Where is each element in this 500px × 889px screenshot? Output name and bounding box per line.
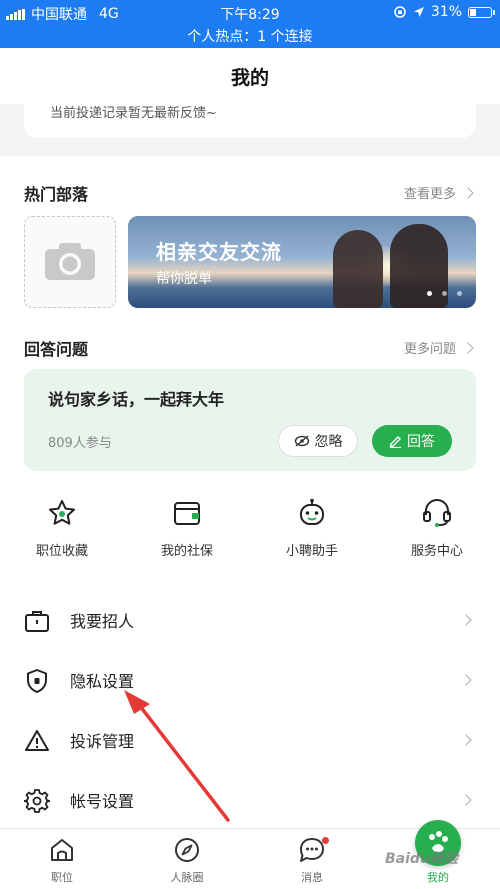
hotspot-banner[interactable]: 个人热点：1 个连接 — [0, 26, 500, 46]
questions-more-link[interactable]: 更多问题 — [403, 338, 474, 357]
chevron-right-icon — [460, 674, 472, 686]
carousel-dots — [427, 291, 462, 296]
menu-item-privacy[interactable]: 隐私设置 — [0, 654, 500, 710]
ignore-label: 忽略 — [314, 434, 343, 450]
tab-jobs[interactable]: 职位 — [12, 837, 112, 885]
status-bar: 中国联通 4G 下午8:29 31% 个人热点：1 个连接 — [0, 0, 500, 48]
compass-icon — [175, 838, 199, 862]
tab-messages[interactable]: 消息 — [262, 837, 362, 885]
questions-section-title: 回答问题 — [24, 340, 89, 359]
tribes-more-label: 查看更多 — [403, 187, 456, 202]
menu-label: 投诉管理 — [70, 732, 135, 751]
tribe-upload-box[interactable] — [24, 216, 116, 308]
home-icon — [51, 839, 73, 861]
shortcut-label: 职位收藏 — [35, 544, 88, 559]
warning-icon — [25, 730, 49, 751]
camera-icon — [45, 243, 95, 280]
location-icon — [413, 7, 424, 17]
application-feedback-card[interactable]: 当前投递记录暂无最新反馈~ — [24, 100, 476, 138]
chevron-right-icon — [460, 614, 472, 626]
menu-item-recruit[interactable]: 我要招人 — [0, 594, 500, 650]
wallet-icon — [174, 502, 200, 525]
shield-icon — [27, 669, 47, 693]
robot-icon — [300, 498, 324, 525]
menu-label: 我要招人 — [70, 612, 135, 631]
battery-icon — [468, 6, 495, 18]
answer-label: 回答 — [407, 434, 435, 450]
questions-more-label: 更多问题 — [403, 342, 456, 357]
question-card[interactable]: 说句家乡话，一起拜大年 809人参与 忽略 回答 — [24, 369, 476, 471]
feedback-text: 当前投递记录暂无最新反馈~ — [50, 106, 217, 121]
shortcut-assistant[interactable]: 小聘助手 — [262, 498, 362, 559]
shortcut-service-center[interactable]: 服务中心 — [387, 498, 487, 559]
briefcase-icon — [25, 611, 49, 632]
watermark: Baidu经验 — [385, 851, 458, 867]
carousel-dot — [427, 291, 432, 296]
chevron-right-icon — [460, 734, 472, 746]
unread-badge — [322, 837, 329, 844]
eye-off-icon — [294, 435, 309, 447]
tribe-banner[interactable]: 相亲交友交流 帮你脱单 — [128, 216, 476, 308]
tribes-more-link[interactable]: 查看更多 — [403, 183, 474, 202]
headset-icon — [423, 499, 451, 527]
star-icon — [49, 500, 75, 525]
main-content: 热门部落 查看更多 相亲交友交流 帮你脱单 回答问题 更多问题 说句家乡话，一起… — [0, 156, 500, 828]
page-title: 我的 — [230, 67, 269, 89]
chevron-right-icon — [462, 341, 474, 354]
shortcut-grid: 职位收藏 我的社保 小聘助手 服务中心 — [0, 498, 500, 578]
carousel-dot — [442, 291, 447, 296]
shortcut-social-insurance[interactable]: 我的社保 — [137, 498, 237, 559]
chevron-right-icon — [460, 794, 472, 806]
pencil-icon — [389, 435, 401, 448]
participant-count: 809人参与 — [48, 436, 112, 451]
banner-subtitle: 帮你脱单 — [156, 271, 212, 287]
banner-person — [333, 230, 383, 308]
shortcut-saved-jobs[interactable]: 职位收藏 — [12, 498, 112, 559]
banner-title: 相亲交友交流 — [156, 240, 282, 264]
tab-network[interactable]: 人脉圈 — [137, 837, 237, 885]
shortcut-label: 小聘助手 — [285, 544, 338, 559]
tab-label: 消息 — [301, 871, 323, 884]
ignore-button[interactable]: 忽略 — [278, 425, 358, 457]
tab-label: 人脉圈 — [170, 871, 204, 884]
tribes-section-title: 热门部落 — [24, 185, 89, 204]
battery-percent: 31% — [430, 4, 462, 20]
tab-label: 我的 — [427, 871, 449, 884]
shortcut-label: 服务中心 — [410, 544, 463, 559]
menu-item-complaints[interactable]: 投诉管理 — [0, 714, 500, 770]
menu-label: 帐号设置 — [70, 792, 135, 811]
carousel-dot — [457, 291, 462, 296]
question-text: 说句家乡话，一起拜大年 — [48, 390, 225, 409]
gear-icon — [24, 789, 50, 813]
chevron-right-icon — [462, 186, 474, 199]
answer-button[interactable]: 回答 — [372, 425, 452, 457]
page-header: 我的 — [0, 48, 500, 104]
tab-label: 职位 — [51, 871, 73, 884]
shortcut-label: 我的社保 — [160, 544, 213, 559]
menu-label: 隐私设置 — [70, 672, 135, 691]
rotation-lock-icon — [394, 6, 406, 18]
